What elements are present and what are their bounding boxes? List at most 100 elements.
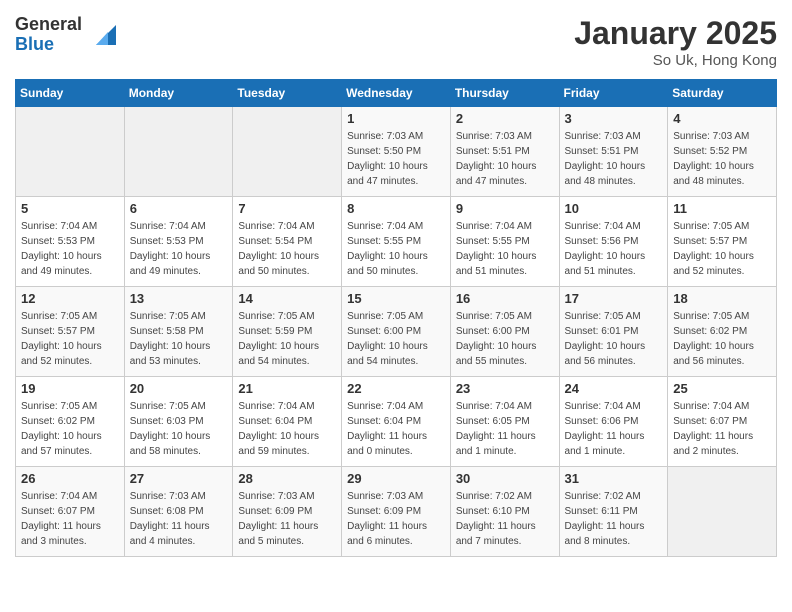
day-info: Sunrise: 7:04 AM Sunset: 6:04 PM Dayligh… — [347, 399, 445, 459]
day-number: 12 — [21, 291, 119, 306]
day-number: 24 — [565, 381, 663, 396]
calendar-cell: 3 Sunrise: 7:03 AM Sunset: 5:51 PM Daylig… — [559, 107, 668, 197]
day-number: 8 — [347, 201, 445, 216]
day-number: 10 — [565, 201, 663, 216]
day-info: Sunrise: 7:02 AM Sunset: 6:10 PM Dayligh… — [456, 489, 554, 549]
calendar-cell — [16, 107, 125, 197]
day-number: 28 — [238, 471, 336, 486]
page-header: General Blue January 2025 So Uk, Hong Ko… — [15, 15, 777, 69]
day-info: Sunrise: 7:05 AM Sunset: 6:01 PM Dayligh… — [565, 309, 663, 369]
calendar-cell: 27 Sunrise: 7:03 AM Sunset: 6:08 PM Dayli… — [124, 467, 233, 557]
day-number: 2 — [456, 111, 554, 126]
calendar-cell: 19 Sunrise: 7:05 AM Sunset: 6:02 PM Dayli… — [16, 377, 125, 467]
title-block: January 2025 So Uk, Hong Kong — [574, 15, 777, 69]
calendar-table: SundayMondayTuesdayWednesdayThursdayFrid… — [15, 79, 777, 557]
calendar-cell: 12 Sunrise: 7:05 AM Sunset: 5:57 PM Dayli… — [16, 287, 125, 377]
day-info: Sunrise: 7:04 AM Sunset: 6:07 PM Dayligh… — [21, 489, 119, 549]
month-title: January 2025 — [574, 15, 777, 52]
day-info: Sunrise: 7:05 AM Sunset: 6:02 PM Dayligh… — [673, 309, 771, 369]
day-info: Sunrise: 7:05 AM Sunset: 5:58 PM Dayligh… — [130, 309, 228, 369]
calendar-cell: 10 Sunrise: 7:04 AM Sunset: 5:56 PM Dayli… — [559, 197, 668, 287]
day-info: Sunrise: 7:03 AM Sunset: 6:08 PM Dayligh… — [130, 489, 228, 549]
logo-general: General — [15, 15, 82, 35]
day-number: 26 — [21, 471, 119, 486]
day-number: 30 — [456, 471, 554, 486]
day-info: Sunrise: 7:04 AM Sunset: 6:05 PM Dayligh… — [456, 399, 554, 459]
day-info: Sunrise: 7:05 AM Sunset: 5:59 PM Dayligh… — [238, 309, 336, 369]
day-info: Sunrise: 7:04 AM Sunset: 5:54 PM Dayligh… — [238, 219, 336, 279]
day-header-monday: Monday — [124, 80, 233, 107]
day-info: Sunrise: 7:03 AM Sunset: 6:09 PM Dayligh… — [347, 489, 445, 549]
calendar-cell: 25Sunrise: 7:04 AM Sunset: 6:07 PM Dayli… — [668, 377, 777, 467]
day-number: 6 — [130, 201, 228, 216]
day-number: 14 — [238, 291, 336, 306]
day-info: Sunrise: 7:05 AM Sunset: 6:00 PM Dayligh… — [456, 309, 554, 369]
day-info: Sunrise: 7:04 AM Sunset: 6:04 PM Dayligh… — [238, 399, 336, 459]
calendar-week-3: 12 Sunrise: 7:05 AM Sunset: 5:57 PM Dayli… — [16, 287, 777, 377]
calendar-cell: 20 Sunrise: 7:05 AM Sunset: 6:03 PM Dayli… — [124, 377, 233, 467]
day-header-wednesday: Wednesday — [342, 80, 451, 107]
day-info: Sunrise: 7:04 AM Sunset: 5:53 PM Dayligh… — [21, 219, 119, 279]
day-info: Sunrise: 7:05 AM Sunset: 6:02 PM Dayligh… — [21, 399, 119, 459]
calendar-cell: 4Sunrise: 7:03 AM Sunset: 5:52 PM Daylig… — [668, 107, 777, 197]
day-number: 9 — [456, 201, 554, 216]
day-header-thursday: Thursday — [450, 80, 559, 107]
calendar-cell — [668, 467, 777, 557]
calendar-cell: 8 Sunrise: 7:04 AM Sunset: 5:55 PM Daylig… — [342, 197, 451, 287]
calendar-cell: 11Sunrise: 7:05 AM Sunset: 5:57 PM Dayli… — [668, 197, 777, 287]
day-number: 13 — [130, 291, 228, 306]
calendar-cell: 7 Sunrise: 7:04 AM Sunset: 5:54 PM Daylig… — [233, 197, 342, 287]
day-number: 31 — [565, 471, 663, 486]
calendar-cell: 21 Sunrise: 7:04 AM Sunset: 6:04 PM Dayli… — [233, 377, 342, 467]
day-info: Sunrise: 7:04 AM Sunset: 5:53 PM Dayligh… — [130, 219, 228, 279]
day-info: Sunrise: 7:04 AM Sunset: 5:56 PM Dayligh… — [565, 219, 663, 279]
day-number: 27 — [130, 471, 228, 486]
day-info: Sunrise: 7:04 AM Sunset: 6:06 PM Dayligh… — [565, 399, 663, 459]
calendar-cell: 16Sunrise: 7:05 AM Sunset: 6:00 PM Dayli… — [450, 287, 559, 377]
day-header-saturday: Saturday — [668, 80, 777, 107]
day-info: Sunrise: 7:04 AM Sunset: 5:55 PM Dayligh… — [456, 219, 554, 279]
day-number: 29 — [347, 471, 445, 486]
day-info: Sunrise: 7:03 AM Sunset: 5:51 PM Dayligh… — [456, 129, 554, 189]
day-number: 3 — [565, 111, 663, 126]
day-number: 7 — [238, 201, 336, 216]
calendar-cell: 5 Sunrise: 7:04 AM Sunset: 5:53 PM Daylig… — [16, 197, 125, 287]
calendar-cell: 17Sunrise: 7:05 AM Sunset: 6:01 PM Dayli… — [559, 287, 668, 377]
calendar-cell — [233, 107, 342, 197]
day-number: 4 — [673, 111, 771, 126]
day-info: Sunrise: 7:05 AM Sunset: 6:03 PM Dayligh… — [130, 399, 228, 459]
calendar-cell: 13 Sunrise: 7:05 AM Sunset: 5:58 PM Dayli… — [124, 287, 233, 377]
day-info: Sunrise: 7:05 AM Sunset: 5:57 PM Dayligh… — [21, 309, 119, 369]
calendar-cell: 23 Sunrise: 7:04 AM Sunset: 6:05 PM Dayli… — [450, 377, 559, 467]
day-info: Sunrise: 7:02 AM Sunset: 6:11 PM Dayligh… — [565, 489, 663, 549]
calendar-week-2: 5 Sunrise: 7:04 AM Sunset: 5:53 PM Daylig… — [16, 197, 777, 287]
day-number: 21 — [238, 381, 336, 396]
calendar-cell: 15 Sunrise: 7:05 AM Sunset: 6:00 PM Dayli… — [342, 287, 451, 377]
day-number: 1 — [347, 111, 445, 126]
day-info: Sunrise: 7:03 AM Sunset: 6:09 PM Dayligh… — [238, 489, 336, 549]
day-number: 20 — [130, 381, 228, 396]
day-number: 19 — [21, 381, 119, 396]
day-info: Sunrise: 7:03 AM Sunset: 5:51 PM Dayligh… — [565, 129, 663, 189]
calendar-week-4: 19 Sunrise: 7:05 AM Sunset: 6:02 PM Dayli… — [16, 377, 777, 467]
calendar-cell: 24 Sunrise: 7:04 AM Sunset: 6:06 PM Dayli… — [559, 377, 668, 467]
day-info: Sunrise: 7:05 AM Sunset: 6:00 PM Dayligh… — [347, 309, 445, 369]
calendar-cell: 28 Sunrise: 7:03 AM Sunset: 6:09 PM Dayli… — [233, 467, 342, 557]
logo-icon — [86, 20, 116, 50]
day-number: 11 — [673, 201, 771, 216]
calendar-cell: 6 Sunrise: 7:04 AM Sunset: 5:53 PM Daylig… — [124, 197, 233, 287]
calendar-cell: 26 Sunrise: 7:04 AM Sunset: 6:07 PM Dayli… — [16, 467, 125, 557]
calendar-week-1: 1Sunrise: 7:03 AM Sunset: 5:50 PM Daylig… — [16, 107, 777, 197]
day-number: 18 — [673, 291, 771, 306]
calendar-week-5: 26 Sunrise: 7:04 AM Sunset: 6:07 PM Dayli… — [16, 467, 777, 557]
calendar-cell: 14 Sunrise: 7:05 AM Sunset: 5:59 PM Dayli… — [233, 287, 342, 377]
day-header-tuesday: Tuesday — [233, 80, 342, 107]
day-number: 23 — [456, 381, 554, 396]
calendar-cell: 29 Sunrise: 7:03 AM Sunset: 6:09 PM Dayli… — [342, 467, 451, 557]
day-number: 15 — [347, 291, 445, 306]
calendar-cell: 9 Sunrise: 7:04 AM Sunset: 5:55 PM Daylig… — [450, 197, 559, 287]
logo: General Blue — [15, 15, 116, 55]
day-info: Sunrise: 7:04 AM Sunset: 5:55 PM Dayligh… — [347, 219, 445, 279]
day-number: 5 — [21, 201, 119, 216]
calendar-cell: 1Sunrise: 7:03 AM Sunset: 5:50 PM Daylig… — [342, 107, 451, 197]
